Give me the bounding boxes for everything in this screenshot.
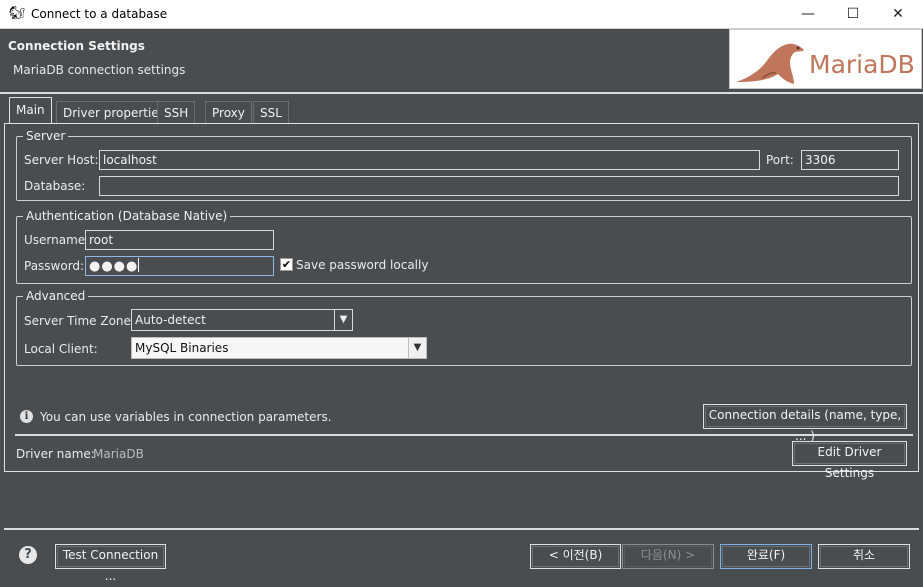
local-client-select[interactable]: MySQL Binaries ▼ (131, 337, 427, 359)
save-password-checkbox[interactable]: ✔ (280, 258, 293, 271)
page-title: Connection Settings (8, 39, 145, 53)
tab-proxy[interactable]: Proxy (205, 101, 252, 124)
server-legend: Server (23, 129, 69, 143)
driver-divider (15, 434, 913, 436)
title-bar: 🐿 Connect to a database — ☐ ✕ (0, 0, 923, 29)
server-host-label: Server Host: (24, 153, 99, 167)
tab-ssl[interactable]: SSL (253, 101, 289, 124)
close-button[interactable]: ✕ (875, 0, 921, 28)
header-divider (0, 92, 923, 94)
server-time-zone-label: Server Time Zone: (24, 314, 135, 328)
chevron-down-icon: ▼ (334, 310, 352, 330)
port-input[interactable]: 3306 (801, 150, 899, 170)
finish-button[interactable]: 완료(F) (720, 544, 812, 569)
tab-driver-properties[interactable]: Driver properties (56, 101, 172, 124)
maximize-button[interactable]: ☐ (830, 0, 876, 28)
tab-ssh[interactable]: SSH (157, 101, 196, 124)
tab-main[interactable]: Main (9, 97, 52, 124)
password-input[interactable]: ●●●● (85, 256, 274, 276)
test-connection-button[interactable]: Test Connection ... (55, 544, 166, 583)
tab-strip: Main Driver properties SSH Proxy SSL (4, 97, 919, 124)
page-description: MariaDB connection settings (13, 63, 186, 77)
edit-driver-settings-button[interactable]: Edit Driver Settings (792, 441, 907, 480)
advanced-legend: Advanced (23, 289, 89, 303)
authentication-legend: Authentication (Database Native) (23, 209, 231, 223)
local-client-value: MySQL Binaries (135, 341, 229, 355)
username-label: Username: (24, 233, 90, 247)
database-label: Database: (24, 179, 86, 193)
minimize-button[interactable]: — (785, 0, 831, 28)
main-tab-panel: Server Server Host: localhost Port: 3306… (4, 123, 919, 480)
local-client-label: Local Client: (24, 342, 98, 356)
driver-name-label: Driver name: (16, 447, 95, 461)
database-input[interactable] (99, 176, 899, 196)
dbeaver-app-icon: 🐿 (9, 6, 26, 21)
port-label: Port: (766, 153, 794, 167)
mariadb-logo: MariaDB (729, 29, 922, 89)
chevron-down-icon: ▼ (408, 338, 426, 358)
variables-info-text: You can use variables in connection para… (40, 410, 332, 424)
footer-divider (4, 528, 919, 530)
server-time-zone-value: Auto-detect (135, 313, 206, 327)
info-icon: i (20, 410, 33, 423)
server-host-input[interactable]: localhost (99, 150, 760, 170)
cancel-button[interactable]: 취소 (818, 544, 910, 569)
password-value: ●●●● (89, 259, 139, 274)
password-label: Password: (24, 259, 85, 273)
server-time-zone-select[interactable]: Auto-detect ▼ (131, 309, 353, 331)
seal-logo-icon (736, 43, 804, 84)
username-input[interactable]: root (85, 230, 274, 250)
logo-text: MariaDB (809, 50, 915, 79)
driver-name-value: MariaDB (93, 447, 144, 461)
save-password-label[interactable]: Save password locally (296, 258, 428, 272)
connection-details-button[interactable]: Connection details (name, type, ... ) (703, 404, 907, 443)
back-button[interactable]: < 이전(B) (530, 544, 621, 569)
window-title: Connect to a database (31, 7, 168, 21)
next-button[interactable]: 다음(N) > (622, 544, 714, 569)
text-caret (138, 258, 140, 272)
help-icon[interactable]: ? (19, 546, 37, 564)
